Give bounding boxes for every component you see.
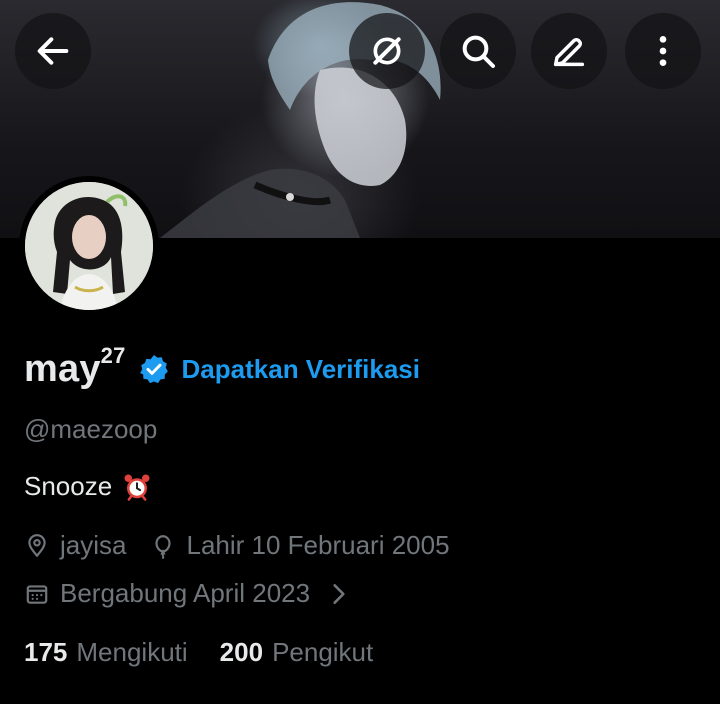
following-count: 175 <box>24 637 68 667</box>
followers-label: Pengikut <box>272 637 374 667</box>
verified-badge-icon <box>139 355 168 384</box>
alarm-clock-icon <box>124 474 150 501</box>
following-link[interactable]: 175 Mengikuti <box>24 637 188 668</box>
display-name-superscript: 27 <box>100 342 126 368</box>
birthday-item: Lahir 10 Februari 2005 <box>150 530 450 561</box>
grok-button[interactable] <box>349 13 425 89</box>
joined-row[interactable]: Bergabung April 2023 <box>24 578 362 609</box>
following-label: Mengikuti <box>76 637 188 667</box>
profile-bio: Snooze <box>24 471 152 502</box>
follow-stats: 175 Mengikuti 200 Pengikut <box>24 637 405 668</box>
bio-text: Snooze <box>24 471 113 501</box>
chevron-right-icon <box>333 583 345 604</box>
profile-handle: @maezoop <box>24 414 158 444</box>
location-item: jayisa <box>24 530 126 561</box>
profile-meta-row: jayisa Lahir 10 Februari 2005 <box>24 530 474 561</box>
balloon-icon <box>155 534 172 559</box>
name-row: may27 Dapatkan Verifikasi <box>24 343 420 395</box>
display-name: may27 <box>24 342 126 390</box>
location-pin-icon <box>28 533 46 557</box>
search-icon <box>462 35 495 68</box>
followers-count: 200 <box>219 637 264 667</box>
pencil-icon <box>553 37 585 67</box>
avatar-image <box>25 182 153 310</box>
search-button[interactable] <box>440 13 516 89</box>
avatar[interactable] <box>19 176 159 316</box>
more-vertical-icon <box>659 36 667 66</box>
birthday-text: Lahir 10 Februari 2005 <box>186 530 450 560</box>
edit-button[interactable] <box>531 13 607 89</box>
slash-circle-icon <box>373 37 401 65</box>
arrow-left-icon <box>37 37 69 65</box>
joined-text: Bergabung April 2023 <box>60 578 311 608</box>
followers-link[interactable]: 200 Pengikut <box>220 637 374 668</box>
back-button[interactable] <box>15 13 91 89</box>
more-button[interactable] <box>625 13 701 89</box>
location-text: jayisa <box>60 530 127 560</box>
calendar-icon <box>26 584 48 604</box>
get-verified-link[interactable]: Dapatkan Verifikasi <box>182 354 420 385</box>
